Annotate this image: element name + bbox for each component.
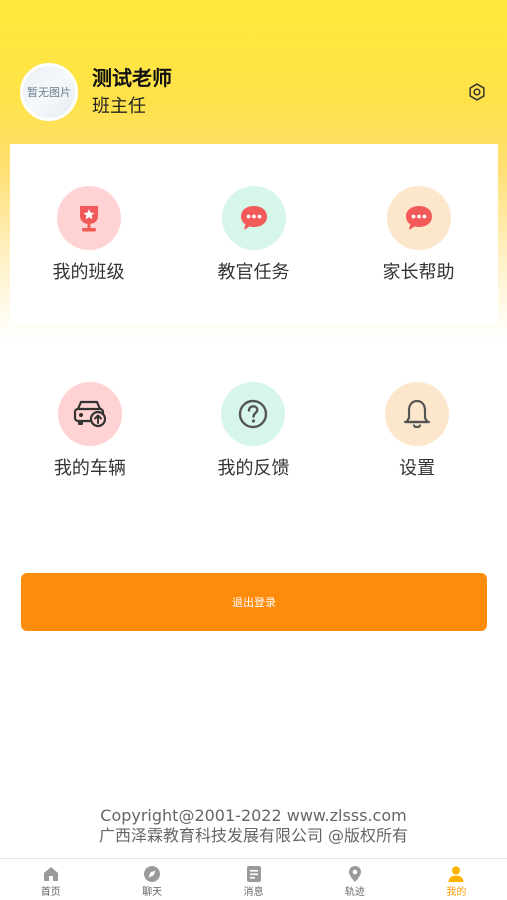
question-icon: [239, 399, 268, 429]
avatar-placeholder-text: 暂无图片: [27, 86, 71, 99]
menu-label: 我的车辆: [53, 458, 126, 479]
tab-track[interactable]: 轨迹: [304, 859, 405, 900]
menu-item-my-feedback[interactable]: 我的反馈: [178, 382, 328, 480]
trophy-icon: [79, 206, 98, 232]
avatar[interactable]: 暂无图片: [20, 63, 78, 121]
tab-messages[interactable]: 消息: [203, 859, 304, 900]
menu-item-my-vehicle[interactable]: 我的车辆: [15, 382, 165, 480]
menu-label: 我的反馈: [217, 458, 290, 479]
user-name: 测试老师: [92, 66, 172, 90]
chat-bubble-icon: [240, 206, 267, 230]
menu-row-primary: 我的班级 教官任务 家长帮助: [0, 186, 507, 284]
chat-bubble-icon: [405, 206, 432, 230]
copyright-line-2: 广西泽霖教育科技发展有限公司 @版权所有: [98, 826, 409, 845]
menu-label: 设置: [399, 458, 436, 479]
copyright: Copyright@2001-2022 www.zlsss.com 广西泽霖教育…: [0, 806, 507, 846]
message-icon: [246, 866, 261, 882]
location-icon: [348, 866, 361, 882]
home-icon: [43, 867, 58, 881]
user-icon: [448, 866, 464, 882]
tab-mine[interactable]: 我的: [406, 859, 507, 900]
settings-icon[interactable]: [467, 82, 487, 102]
bottom-tab-bar: 首页 聊天 消息 轨迹 我的: [0, 858, 507, 900]
tab-home[interactable]: 首页: [0, 859, 101, 900]
bell-icon: [404, 399, 431, 429]
car-icon: [73, 400, 106, 428]
menu-label: 家长帮助: [382, 262, 455, 283]
copyright-line-1: Copyright@2001-2022 www.zlsss.com: [100, 806, 407, 825]
profile-header: 暂无图片 测试老师 班主任: [20, 62, 487, 122]
menu-label: 教官任务: [217, 262, 290, 283]
tab-chat[interactable]: 聊天: [101, 859, 202, 900]
menu-item-parent-help[interactable]: 家长帮助: [344, 186, 494, 284]
user-role: 班主任: [92, 96, 146, 117]
logout-button[interactable]: 退出登录: [21, 573, 487, 631]
menu-item-instructor-tasks[interactable]: 教官任务: [179, 186, 329, 284]
menu-row-secondary: 我的车辆 我的反馈 设置: [0, 382, 507, 480]
menu-label: 我的班级: [52, 262, 125, 283]
menu-item-settings[interactable]: 设置: [342, 382, 492, 480]
menu-item-my-class[interactable]: 我的班级: [14, 186, 164, 284]
compass-icon: [144, 866, 161, 882]
